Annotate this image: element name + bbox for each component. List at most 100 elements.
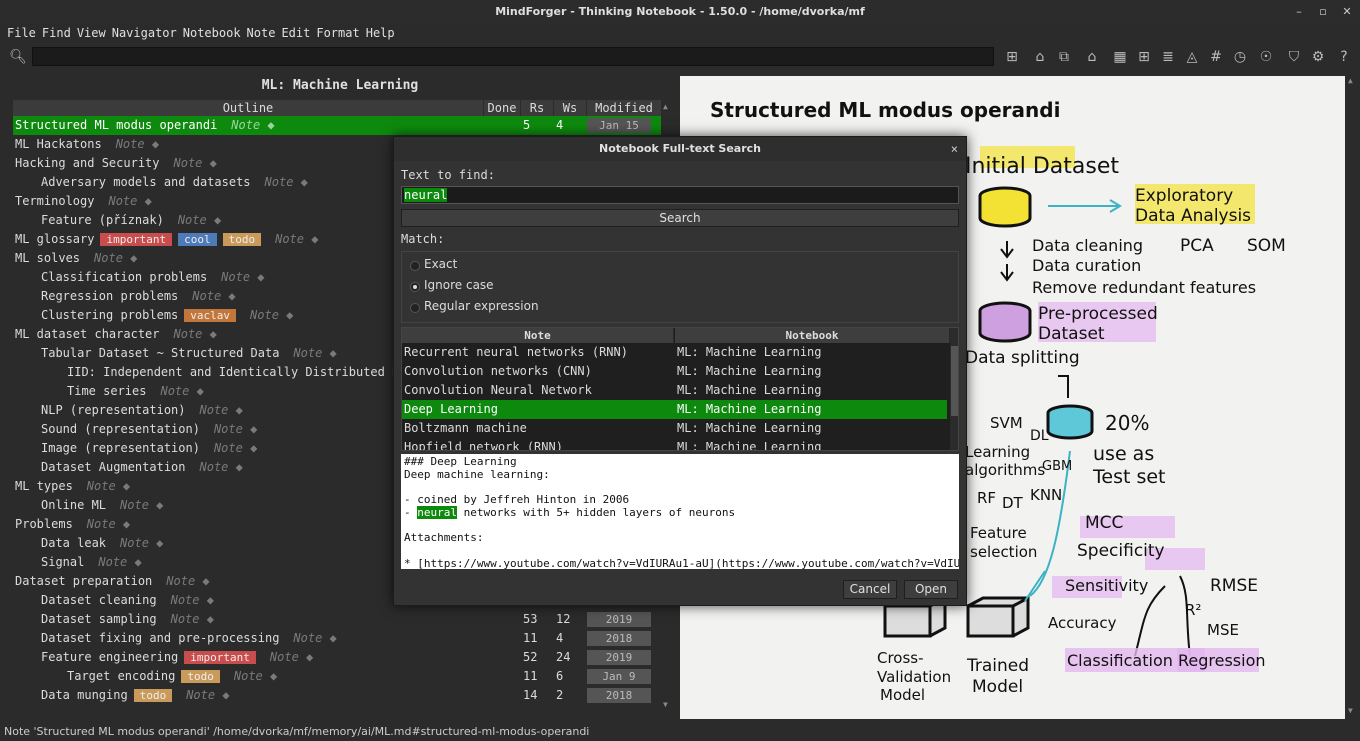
outline-row-label: Tabular Dataset ~ Structured Data Note ◆ [41, 344, 337, 363]
outline-row-label: Dataset cleaning Note ◆ [41, 591, 214, 610]
sketch-label: Model [972, 677, 1024, 697]
note-title: Feature engineering [41, 650, 179, 664]
note-type-label: Note ◆ [233, 669, 278, 683]
tags-icon[interactable]: # [1206, 47, 1226, 67]
search-button[interactable]: Search [401, 209, 959, 227]
result-notebook: ML: Machine Learning [677, 364, 822, 378]
outline-row-label: Target encoding todo Note ◆ [67, 667, 277, 686]
column-ws[interactable]: Ws [554, 100, 586, 116]
filter-icon[interactable]: ⛉ [1284, 47, 1304, 67]
outline-row[interactable]: Dataset sampling Note ◆ 53 12 2019 [13, 610, 661, 629]
match-radio-exact[interactable] [410, 261, 420, 271]
map-icon[interactable]: ◬ [1182, 47, 1202, 67]
result-row[interactable]: Convolution networks (CNN) ML: Machine Le… [402, 362, 947, 381]
note-type-label: Note ◆ [293, 631, 337, 645]
recent-icon[interactable]: ◷ [1230, 47, 1250, 67]
note-type-label: Note ◆ [269, 650, 314, 664]
menu-format[interactable]: Format [313, 24, 362, 44]
sketch-label: MCC [1085, 513, 1124, 533]
preview-scrollbar[interactable]: ▲ ▼ [1346, 76, 1358, 719]
note-title: Classification problems [41, 270, 208, 284]
outline-row[interactable]: Data munging todo Note ◆ 14 2 2018 [13, 686, 661, 705]
column-modified[interactable]: Modified [587, 100, 661, 116]
sketch-label: KNN [1030, 486, 1063, 504]
result-row[interactable]: Convolution Neural Network ML: Machine Le… [402, 381, 947, 400]
note-title: IID: Independent and Identically Distrib… [67, 365, 436, 379]
open-folder-icon[interactable]: ⌂ [1030, 47, 1050, 67]
dialog-close-icon[interactable]: × [951, 137, 958, 161]
outline-row[interactable]: Structured ML modus operandi Note ◆ 5 4 Jan … [13, 116, 661, 135]
result-notebook: ML: Machine Learning [677, 440, 822, 451]
outline-row-label: Signal Note ◆ [41, 553, 142, 572]
menu-view[interactable]: View [74, 24, 109, 44]
maximize-icon[interactable]: ▫ [1310, 0, 1336, 24]
menu-file[interactable]: File [4, 24, 39, 44]
note-type-label: Note ◆ [86, 479, 131, 493]
list-icon[interactable]: ≣ [1158, 47, 1178, 67]
search-icon[interactable]: 🔍︎ [8, 47, 28, 67]
tag-badge: todo [222, 233, 262, 246]
tag-badge: important [100, 233, 173, 246]
note-title: Target encoding [67, 669, 176, 683]
note-type-label: Note ◆ [293, 346, 337, 360]
sketch-label: Validation [877, 668, 952, 686]
table-icon[interactable]: ▦ [1110, 47, 1130, 67]
cli-search-input[interactable] [32, 47, 994, 66]
help-icon[interactable]: ? [1334, 47, 1354, 67]
match-option-label[interactable]: Regular expression [424, 299, 539, 313]
outline-row-label: NLP (representation) Note ◆ [41, 401, 243, 420]
outline-row[interactable]: Target encoding todo Note ◆ 11 6 Jan 9 [13, 667, 661, 686]
window-titlebar: MindForger - Thinking Notebook - 1.50.0 … [0, 0, 1360, 24]
outline-row-label: Feature engineering important Note ◆ [41, 648, 313, 667]
status-bar: Note 'Structured ML modus operandi' /hom… [0, 722, 1360, 741]
cancel-button[interactable]: Cancel [843, 580, 897, 599]
note-title: Problems [15, 517, 73, 531]
outline-row[interactable]: Dataset fixing and pre-processing Note ◆ 1… [13, 629, 661, 648]
match-options: Exact Ignore case Regular expression [401, 251, 959, 323]
note-type-label: Note ◆ [264, 175, 308, 189]
note-title: Tabular Dataset ~ Structured Data [41, 346, 280, 360]
match-radio-ignore-case[interactable] [410, 282, 420, 292]
result-row[interactable]: Deep Learning ML: Machine Learning [402, 400, 947, 419]
grid-icon[interactable]: ⊞ [1134, 47, 1154, 67]
menu-notebook[interactable]: Notebook [180, 24, 244, 44]
sketch-label: use as [1093, 443, 1155, 465]
match-option-label[interactable]: Exact [424, 257, 457, 271]
menu-help[interactable]: Help [363, 24, 398, 44]
outline-row[interactable]: Feature engineering important Note ◆ 52 24 20… [13, 648, 661, 667]
results-col-note[interactable]: Note [402, 328, 674, 343]
note-title: ML Hackatons [15, 137, 102, 151]
result-row[interactable]: Hopfield network (RNN) ML: Machine Learni… [402, 438, 947, 451]
close-window-icon[interactable]: ✕ [1334, 0, 1360, 24]
result-row[interactable]: Boltzmann machine ML: Machine Learning [402, 419, 947, 438]
note-title: ML types [15, 479, 73, 493]
results-scrollbar[interactable] [950, 328, 958, 450]
outline-row-label: Terminology Note ◆ [15, 192, 152, 211]
menu-find[interactable]: Find [39, 24, 74, 44]
menu-edit[interactable]: Edit [278, 24, 313, 44]
results-col-notebook[interactable]: Notebook [675, 328, 950, 343]
new-notebook-icon[interactable]: ⊞ [1002, 47, 1022, 67]
settings-icon[interactable]: ⚙ [1308, 47, 1328, 67]
column-outline[interactable]: Outline [13, 100, 483, 116]
match-radio-regular-expression[interactable] [410, 303, 420, 313]
sketch-label: selection [970, 543, 1038, 561]
note-title: Data leak [41, 536, 107, 550]
notebooks-icon[interactable]: ⧉ [1054, 47, 1074, 67]
column-rs[interactable]: Rs [521, 100, 553, 116]
result-row[interactable]: Recurrent neural networks (RNN) ML: Machi… [402, 343, 947, 362]
think-icon[interactable]: ☉ [1256, 47, 1276, 67]
column-done[interactable]: Done [484, 100, 520, 116]
menu-note[interactable]: Note [244, 24, 279, 44]
search-text-input[interactable]: neural [401, 186, 959, 204]
note-type-label: Note ◆ [213, 422, 258, 436]
note-type-label: Note ◆ [120, 536, 164, 550]
minimize-icon[interactable]: – [1286, 0, 1312, 24]
note-title: Dataset Augmentation [41, 460, 186, 474]
note-type-label: Note ◆ [86, 517, 131, 531]
modified-badge: 2018 [587, 631, 651, 646]
open-button[interactable]: Open [904, 580, 958, 599]
home-icon[interactable]: ⌂ [1082, 47, 1102, 67]
menu-navigator[interactable]: Navigator [109, 24, 180, 44]
match-option-label[interactable]: Ignore case [424, 278, 494, 292]
